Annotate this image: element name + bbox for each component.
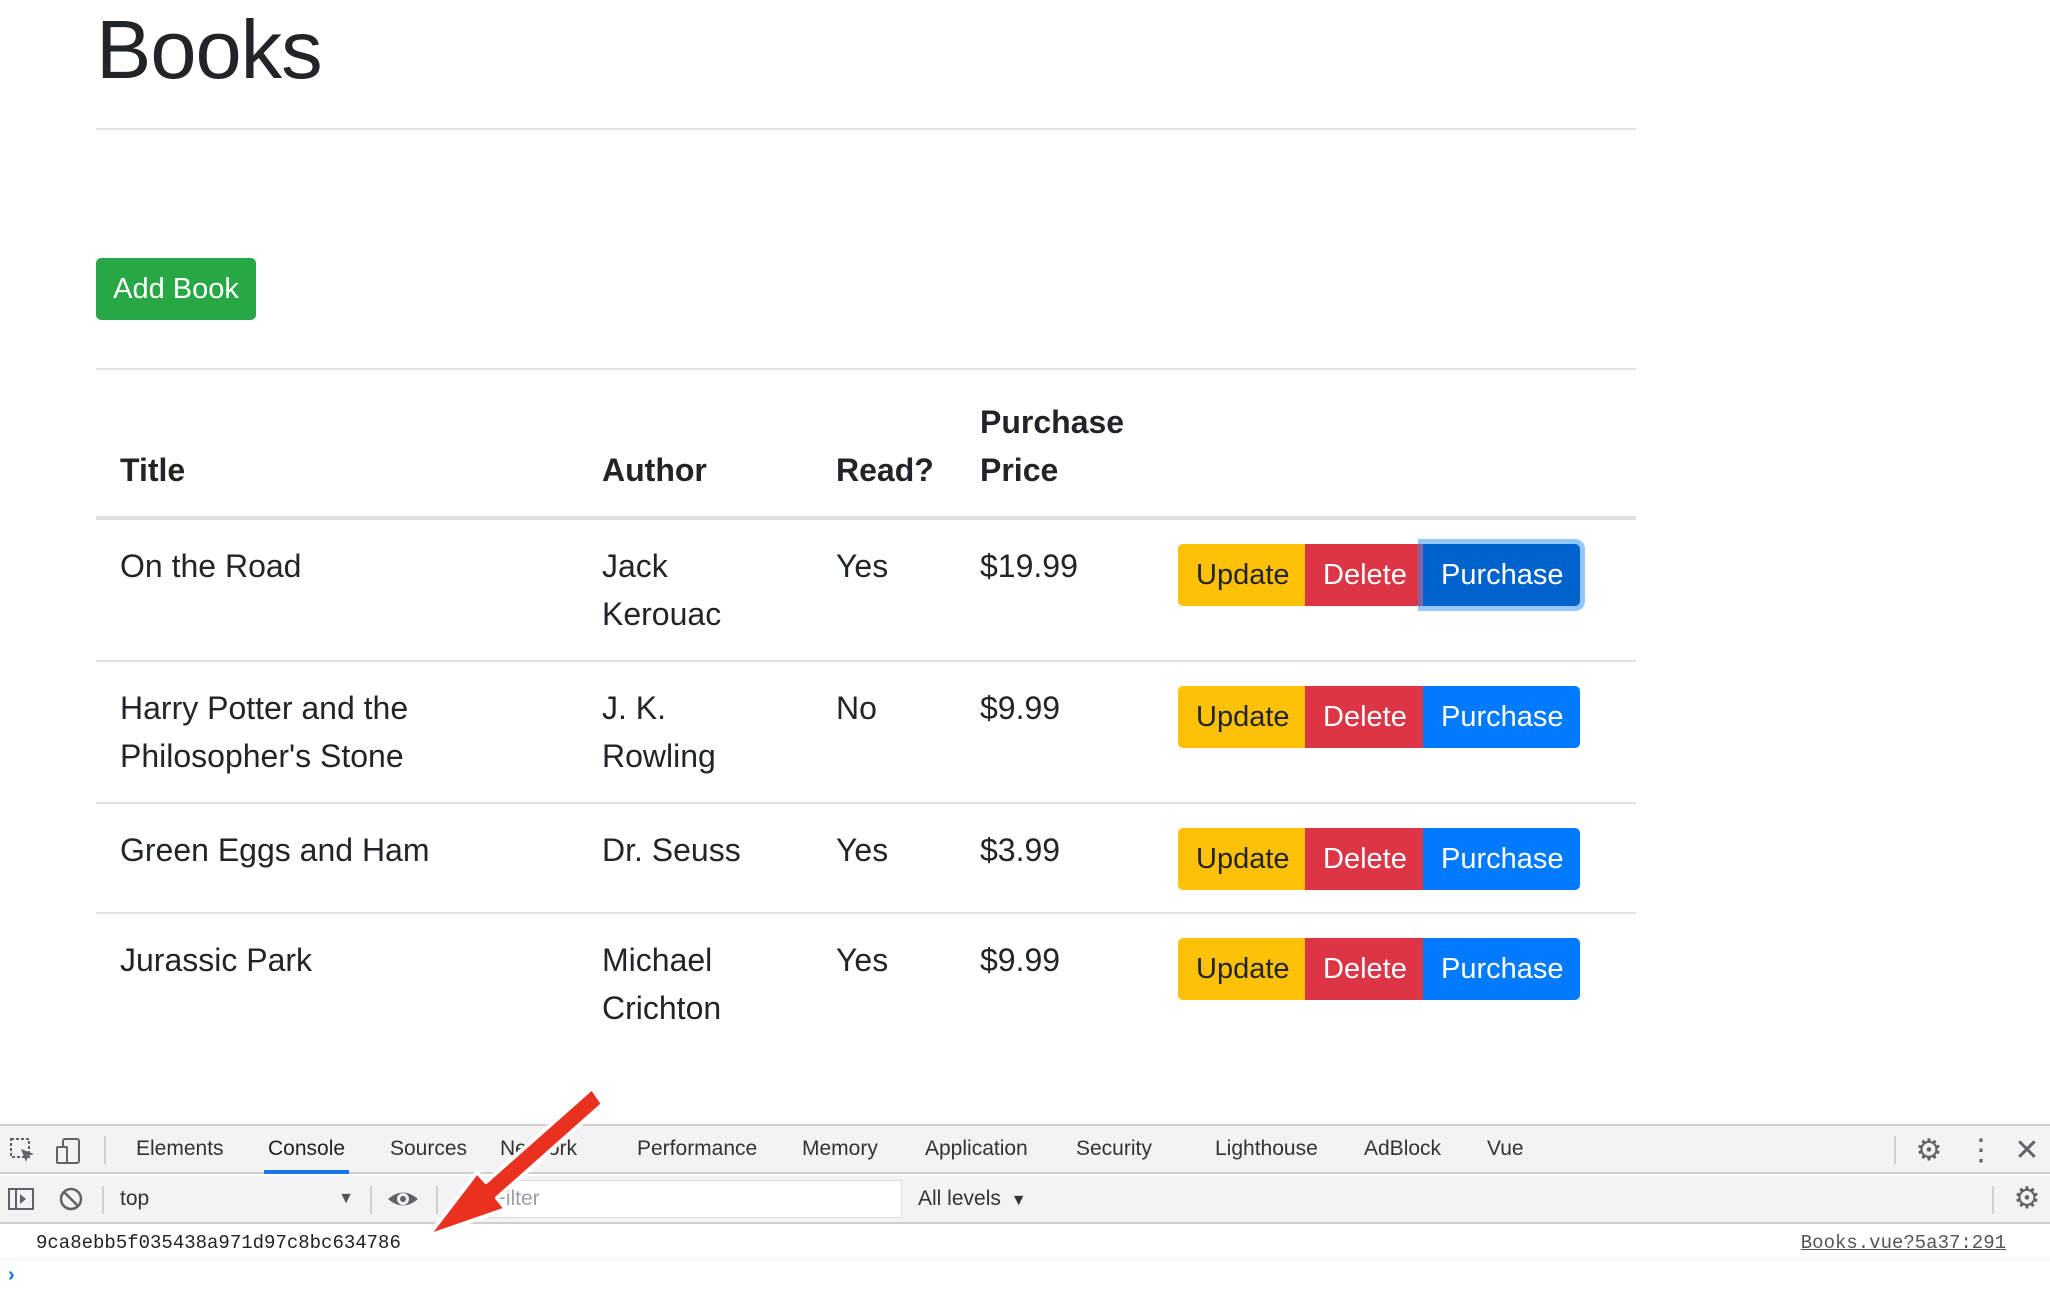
dropdown-arrow-icon: ▼ <box>338 1190 354 1207</box>
update-button[interactable]: Update <box>1178 938 1305 1000</box>
device-toolbar-icon[interactable] <box>54 1136 84 1166</box>
table-row: Green Eggs and Ham Dr. Seuss Yes $3.99 U… <box>96 803 1636 914</box>
row-actions: Update Delete Purchase <box>1178 518 1636 662</box>
table-header-row: Title Author Read? Purchase Price <box>96 372 1636 520</box>
settings-gear-icon[interactable]: ⚙ <box>1912 1134 1946 1168</box>
console-toolbar: top ▼ Filter All levels ▼ ⚙ <box>0 1176 2050 1224</box>
book-read: No <box>812 661 956 804</box>
book-read: Yes <box>812 518 956 662</box>
table-row: Harry Potter and the Philosopher's Stone… <box>96 661 1636 804</box>
delete-button[interactable]: Delete <box>1305 938 1423 1000</box>
more-options-icon[interactable]: ⋮ <box>1964 1134 1998 1168</box>
book-author: Jack Kerouac <box>578 518 812 662</box>
row-actions: Update Delete Purchase <box>1178 661 1636 804</box>
log-levels-value: All levels <box>918 1187 1001 1210</box>
purchase-button[interactable]: Purchase <box>1423 828 1580 890</box>
toolbar-divider <box>1992 1186 1994 1214</box>
table-row: On the Road Jack Kerouac Yes $19.99 Upda… <box>96 518 1636 662</box>
tab-performance[interactable]: Performance <box>637 1126 757 1172</box>
book-author: Michael Crichton <box>602 942 722 1026</box>
books-table: Title Author Read? Purchase Price On the… <box>96 372 1636 1054</box>
book-author: J. K. Rowling <box>578 661 812 804</box>
console-settings-gear-icon[interactable]: ⚙ <box>2010 1182 2044 1216</box>
log-message: 9ca8ebb5f035438a971d97c8bc634786 <box>36 1232 401 1254</box>
tab-memory[interactable]: Memory <box>802 1126 878 1172</box>
sidebar-toggle-icon[interactable] <box>6 1184 36 1214</box>
toolbar-divider <box>1894 1136 1896 1164</box>
column-header-price: Purchase Price <box>956 372 1178 520</box>
book-price: $19.99 <box>956 518 1178 662</box>
devtools-panel: Elements Console Sources Network Perform… <box>0 1124 2050 1294</box>
context-selector[interactable]: top ▼ <box>110 1182 360 1216</box>
action-button-group: Update Delete Purchase <box>1178 544 1612 606</box>
close-icon[interactable]: ✕ <box>2010 1134 2044 1168</box>
column-header-read: Read? <box>812 372 956 520</box>
action-button-group: Update Delete Purchase <box>1178 938 1612 1000</box>
column-header-author: Author <box>578 372 812 520</box>
table-row: Jurassic Park Michael Crichton Yes $9.99… <box>96 913 1636 1054</box>
book-title: Harry Potter and the Philosopher's Stone <box>96 661 578 804</box>
book-title: On the Road <box>96 518 578 662</box>
book-price: $9.99 <box>980 942 1061 978</box>
tab-sources[interactable]: Sources <box>390 1126 467 1172</box>
book-price: $3.99 <box>956 803 1178 914</box>
row-actions: Update Delete Purchase <box>1178 913 1636 1054</box>
book-price: $9.99 <box>956 661 1178 804</box>
toolbar-divider <box>104 1136 106 1164</box>
book-author: Dr. Seuss <box>578 803 812 914</box>
console-log-entry: 9ca8ebb5f035438a971d97c8bc634786 Books.v… <box>0 1226 2050 1260</box>
purchase-button[interactable]: Purchase <box>1423 938 1580 1000</box>
tab-security[interactable]: Security <box>1076 1126 1152 1172</box>
book-read: Yes <box>812 803 956 914</box>
book-read: Yes <box>836 942 889 978</box>
book-title: Jurassic Park <box>120 942 313 978</box>
tab-adblock[interactable]: AdBlock <box>1364 1126 1441 1172</box>
book-title: Green Eggs and Ham <box>96 803 578 914</box>
tab-console[interactable]: Console <box>263 1126 350 1174</box>
purchase-button[interactable]: Purchase <box>1423 544 1580 606</box>
update-button[interactable]: Update <box>1178 686 1305 748</box>
log-source-link[interactable]: Books.vue?5a37:291 <box>1801 1232 2006 1254</box>
tab-application[interactable]: Application <box>925 1126 1028 1172</box>
tab-elements[interactable]: Elements <box>136 1126 224 1172</box>
update-button[interactable]: Update <box>1178 544 1305 606</box>
tab-network[interactable]: Network <box>500 1126 577 1172</box>
page-title: Books <box>96 3 323 96</box>
dropdown-arrow-icon: ▼ <box>1010 1192 1027 1209</box>
delete-button[interactable]: Delete <box>1305 686 1423 748</box>
update-button[interactable]: Update <box>1178 828 1305 890</box>
purchase-button[interactable]: Purchase <box>1423 686 1580 748</box>
column-header-title: Title <box>96 372 578 520</box>
action-button-group: Update Delete Purchase <box>1178 686 1612 748</box>
divider <box>96 368 1636 370</box>
toolbar-divider <box>436 1186 438 1214</box>
tab-lighthouse[interactable]: Lighthouse <box>1215 1126 1318 1172</box>
delete-button[interactable]: Delete <box>1305 544 1423 606</box>
divider <box>96 128 1636 130</box>
live-expression-eye-icon[interactable] <box>386 1184 418 1214</box>
devtools-tab-bar: Elements Console Sources Network Perform… <box>0 1126 2050 1174</box>
console-filter-input[interactable]: Filter <box>476 1180 902 1218</box>
clear-console-icon[interactable] <box>56 1184 86 1214</box>
context-value: top <box>120 1187 150 1210</box>
row-actions: Update Delete Purchase <box>1178 803 1636 914</box>
action-button-group: Update Delete Purchase <box>1178 828 1612 890</box>
log-levels-dropdown[interactable]: All levels ▼ <box>918 1182 1027 1218</box>
toolbar-divider <box>370 1186 372 1214</box>
toolbar-divider <box>102 1186 104 1214</box>
tab-vue[interactable]: Vue <box>1487 1126 1524 1172</box>
add-book-button[interactable]: Add Book <box>96 258 256 320</box>
delete-button[interactable]: Delete <box>1305 828 1423 890</box>
inspect-element-icon[interactable] <box>8 1136 38 1166</box>
column-header-actions <box>1178 372 1636 520</box>
console-prompt-icon[interactable]: › <box>8 1264 15 1287</box>
